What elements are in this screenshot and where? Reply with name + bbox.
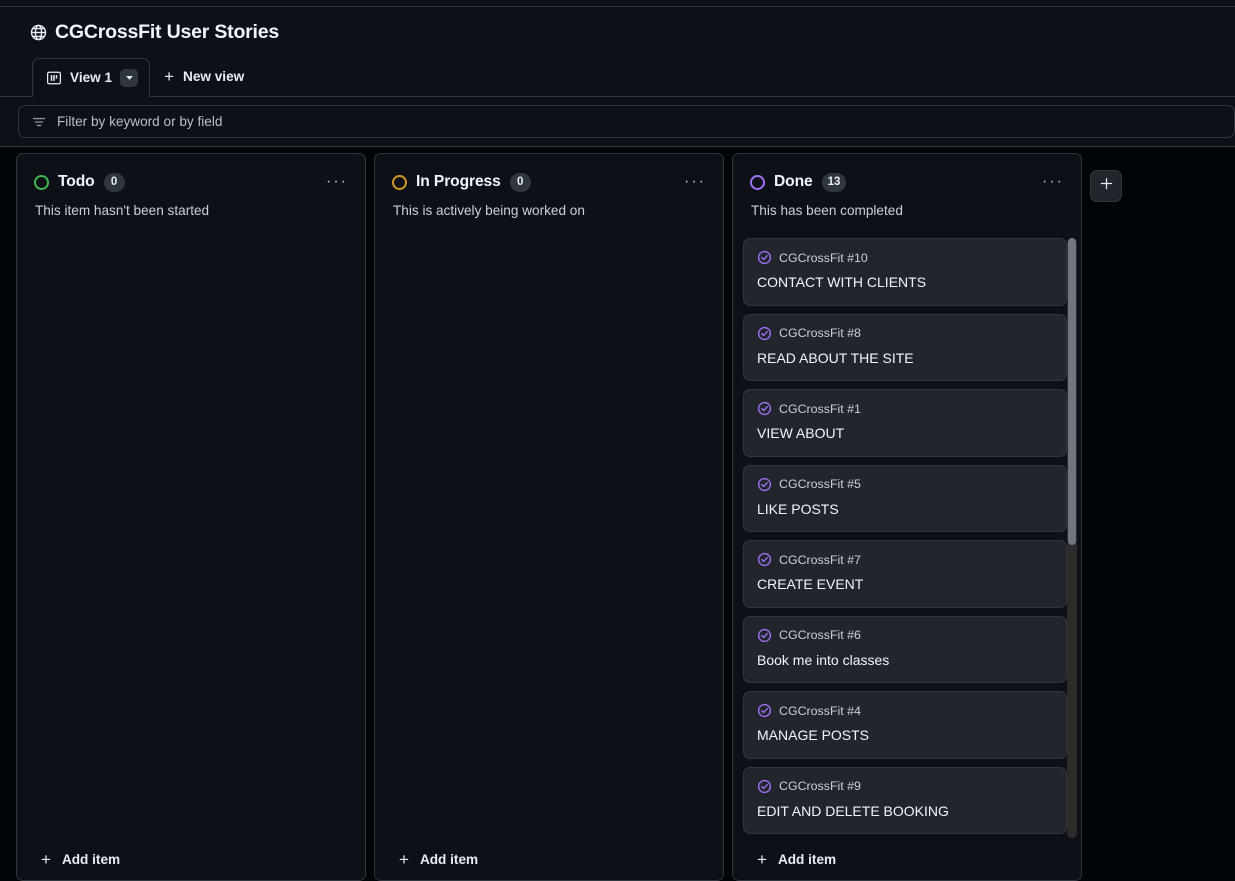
column-header: Todo 0 ··· This item hasn't been started (17, 154, 365, 218)
add-item-button-todo[interactable]: + Add item (17, 838, 365, 880)
column-menu-icon[interactable]: ··· (681, 170, 709, 194)
chevron-down-icon[interactable] (120, 68, 139, 87)
globe-icon (30, 24, 47, 41)
board-card[interactable]: CGCrossFit #4 MANAGE POSTS (743, 691, 1067, 759)
issue-closed-icon (757, 552, 772, 567)
new-view-button[interactable]: + New view (150, 57, 256, 96)
plus-icon: + (164, 67, 175, 86)
card-meta: CGCrossFit #9 (757, 779, 1053, 794)
board-card[interactable]: CGCrossFit #9 EDIT AND DELETE BOOKING (743, 766, 1067, 834)
status-dot-done (750, 174, 765, 190)
card-reference: CGCrossFit #1 (779, 401, 861, 416)
window-top-strip (0, 0, 1235, 7)
column-count-badge: 0 (509, 172, 531, 192)
project-board-page: CGCrossFit User Stories View 1 + New vie… (0, 0, 1235, 881)
add-column-button[interactable] (1090, 170, 1122, 202)
card-reference: CGCrossFit #5 (779, 477, 861, 491)
card-title: Book me into classes (757, 651, 890, 668)
filter-input-wrapper[interactable]: Filter by keyword or by field (18, 105, 1235, 138)
add-item-label: Add item (777, 851, 837, 867)
card-title: LIKE POSTS (757, 500, 839, 517)
board-card[interactable]: CGCrossFit #8 READ ABOUT THE SITE (743, 313, 1067, 381)
column-title: Done (774, 173, 813, 190)
project-header: CGCrossFit User Stories (0, 7, 1235, 57)
column-scrollbar-track[interactable] (1067, 238, 1077, 838)
issue-closed-icon (757, 250, 772, 265)
card-title: MANAGE POSTS (757, 727, 870, 743)
tab-view-1[interactable]: View 1 (32, 58, 151, 97)
column-cards-area[interactable]: CGCrossFit #10 CONTACT WITH CLIENTS CGCros… (733, 227, 1081, 838)
card-meta: CGCrossFit #5 (757, 477, 1053, 492)
card-reference: CGCrossFit #10 (779, 250, 868, 265)
card-reference: CGCrossFit #8 (779, 326, 861, 340)
issue-closed-icon (757, 326, 772, 341)
add-item-button-done[interactable]: + Add item (733, 838, 1081, 880)
column-cards-area (17, 227, 365, 838)
card-meta: CGCrossFit #6 (757, 628, 1053, 643)
add-item-label: Add item (419, 851, 479, 867)
add-item-button-in-progress[interactable]: + Add item (375, 838, 723, 880)
card-reference: CGCrossFit #9 (779, 779, 861, 793)
issue-closed-icon (757, 401, 772, 416)
column-title: Todo (58, 173, 95, 190)
add-item-label: Add item (61, 851, 121, 867)
board-card[interactable]: CGCrossFit #7 CREATE EVENT (743, 540, 1067, 608)
card-title: VIEW ABOUT (757, 425, 845, 441)
board-column-todo: Todo 0 ··· This item hasn't been started… (16, 153, 366, 881)
board-card[interactable]: CGCrossFit #1 VIEW ABOUT (743, 389, 1067, 457)
issue-closed-icon (757, 628, 772, 643)
card-title: CONTACT WITH CLIENTS (757, 274, 927, 290)
filter-placeholder: Filter by keyword or by field (57, 114, 223, 129)
card-meta: CGCrossFit #7 (757, 552, 1053, 567)
board-column-in-progress: In Progress 0 ··· This is actively being… (374, 153, 724, 881)
view-tabstrip: View 1 + New view (0, 57, 1235, 97)
board-card[interactable]: CGCrossFit #5 LIKE POSTS (743, 464, 1067, 532)
status-dot-in-progress (392, 174, 407, 190)
filter-bar: Filter by keyword or by field (0, 97, 1235, 147)
plus-icon (1099, 176, 1114, 196)
issue-closed-icon (757, 703, 772, 718)
issue-closed-icon (757, 779, 772, 794)
issue-closed-icon (757, 477, 772, 492)
card-reference: CGCrossFit #6 (779, 628, 861, 642)
card-meta: CGCrossFit #1 (757, 401, 1053, 416)
column-count-badge: 13 (821, 172, 847, 192)
column-description: This has been completed (751, 203, 903, 218)
column-header: Done 13 ··· This has been completed (733, 154, 1081, 218)
plus-icon: + (757, 849, 767, 869)
plus-icon: + (41, 849, 51, 869)
board-card[interactable]: CGCrossFit #6 Book me into classes (743, 615, 1067, 683)
column-menu-icon[interactable]: ··· (1039, 170, 1067, 194)
card-title: CREATE EVENT (757, 576, 864, 592)
column-description: This is actively being worked on (393, 203, 585, 218)
column-description: This item hasn't been started (35, 203, 210, 218)
card-reference: CGCrossFit #4 (779, 703, 861, 718)
board-column-done: Done 13 ··· This has been completed CGCr… (732, 153, 1082, 881)
card-title: READ ABOUT THE SITE (757, 349, 914, 366)
column-scrollbar-thumb[interactable] (1068, 238, 1076, 545)
card-meta: CGCrossFit #10 (757, 250, 1053, 265)
card-title: EDIT AND DELETE BOOKING (757, 802, 949, 819)
board-columns: Todo 0 ··· This item hasn't been started… (0, 147, 1235, 881)
column-title: In Progress (416, 173, 501, 190)
card-meta: CGCrossFit #4 (757, 703, 1053, 718)
column-count-badge: 0 (103, 172, 125, 192)
plus-icon: + (399, 849, 409, 869)
filter-icon (31, 114, 47, 130)
card-reference: CGCrossFit #7 (779, 552, 861, 567)
board-card[interactable]: CGCrossFit #10 CONTACT WITH CLIENTS (743, 238, 1067, 306)
card-meta: CGCrossFit #8 (757, 326, 1053, 341)
new-view-label: New view (183, 69, 245, 84)
board-view-icon (46, 70, 62, 86)
status-dot-todo (34, 174, 49, 190)
column-menu-icon[interactable]: ··· (323, 170, 351, 194)
card-list: CGCrossFit #10 CONTACT WITH CLIENTS CGCros… (743, 238, 1067, 838)
column-cards-area (375, 227, 723, 838)
page-title: CGCrossFit User Stories (55, 20, 280, 43)
column-header: In Progress 0 ··· This is actively being… (375, 154, 723, 218)
tab-label: View 1 (70, 70, 113, 85)
